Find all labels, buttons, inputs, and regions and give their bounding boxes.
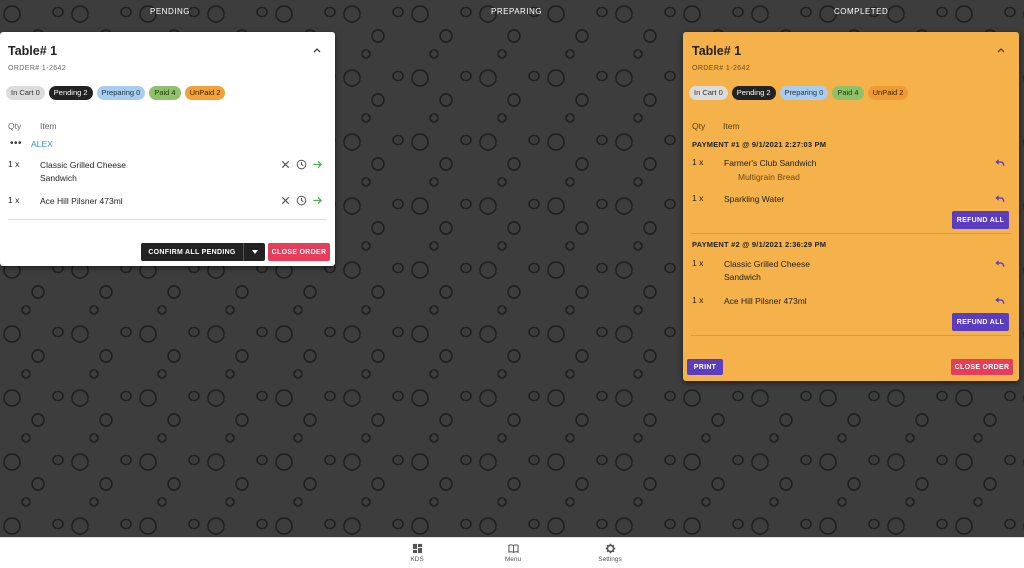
close-order-button[interactable]: CLOSE ORDER — [268, 243, 330, 261]
item-header: Item — [40, 121, 57, 131]
item-qty: 1 x — [8, 195, 20, 205]
column-header-pending: PENDING — [150, 7, 190, 16]
completed-order-card: Table# 1 ORDER# 1-2642 In Cart 0 Pending… — [683, 32, 1019, 381]
item-qty: 1 x — [692, 295, 704, 305]
item-name: Classic Grilled Cheese Sandwich — [40, 160, 126, 183]
item-name: Ace Hill Pilsner 473ml — [40, 196, 123, 206]
chip-pending[interactable]: Pending 2 — [48, 86, 93, 100]
guest-name[interactable]: ALEX — [31, 139, 53, 149]
payment-header: PAYMENT #2 @ 9/1/2021 2:36:29 PM — [692, 240, 827, 249]
nav-item-kds[interactable]: KDS — [397, 543, 437, 563]
item-name: Farmer's Club Sandwich — [724, 158, 817, 168]
item-actions — [994, 258, 1005, 269]
reply-icon[interactable] — [994, 258, 1005, 269]
divider — [8, 219, 327, 220]
pending-order-card: Table# 1 ORDER# 1-2642 In Cart 0 Pending… — [0, 32, 335, 266]
item-name: Classic Grilled Cheese Sandwich — [724, 259, 810, 282]
item-actions — [280, 195, 323, 206]
nav-label: Settings — [598, 556, 622, 563]
card-title: Table# 1 — [8, 44, 58, 58]
item-details: Farmer's Club Sandwich Multigrain Bread — [724, 157, 894, 182]
close-order-button[interactable]: CLOSE ORDER — [951, 359, 1013, 375]
qty-header: Qty — [692, 121, 706, 131]
item-name: Ace Hill Pilsner 473ml — [724, 296, 807, 306]
guest-row: ••• ALEX — [10, 139, 53, 150]
item-qty: 1 x — [692, 193, 704, 203]
divider — [691, 233, 1011, 234]
nav-item-menu[interactable]: Menu — [493, 543, 533, 563]
item-actions — [994, 193, 1005, 204]
paid-item-row: 1 x Farmer's Club Sandwich Multigrain Br… — [692, 157, 1011, 182]
bottom-navigation: KDS Menu Settings — [0, 537, 1024, 568]
reply-icon[interactable] — [994, 193, 1005, 204]
more-icon[interactable]: ••• — [10, 139, 22, 149]
chevron-down-icon — [251, 250, 258, 254]
card-title: Table# 1 — [692, 44, 742, 58]
item-actions — [994, 295, 1005, 306]
qty-header: Qty — [8, 121, 22, 131]
paid-item-row: 1 x Classic Grilled Cheese Sandwich — [692, 258, 1011, 284]
paid-item-row: 1 x Sparkling Water — [692, 193, 1011, 206]
dashboard-icon — [412, 543, 422, 554]
refund-all-button[interactable]: REFUND ALL — [952, 211, 1009, 229]
column-header-completed: COMPLETED — [834, 7, 889, 16]
chip-paid[interactable]: Paid 4 — [149, 86, 181, 100]
column-header-preparing: PREPARING — [491, 7, 543, 16]
print-button[interactable]: PRINT — [687, 359, 723, 375]
chevron-up-icon[interactable] — [995, 44, 1007, 56]
item-header: Item — [723, 121, 740, 131]
order-number: ORDER# 1-2642 — [692, 65, 751, 72]
confirm-options-dropdown[interactable] — [243, 243, 265, 261]
gear-icon — [605, 543, 615, 554]
chip-preparing[interactable]: Preparing 0 — [779, 86, 829, 100]
chevron-up-icon[interactable] — [311, 44, 323, 56]
payment-header: PAYMENT #1 @ 9/1/2021 2:27:03 PM — [692, 140, 827, 149]
reply-icon[interactable] — [994, 295, 1005, 306]
item-qty: 1 x — [692, 157, 704, 167]
book-icon — [507, 544, 519, 554]
item-actions — [280, 159, 323, 170]
divider — [691, 335, 1011, 336]
order-item-row: 1 x Classic Grilled Cheese Sandwich — [8, 159, 327, 185]
item-modifier: Multigrain Bread — [738, 172, 800, 182]
arrow-right-icon[interactable] — [312, 159, 323, 170]
order-number: ORDER# 1-2642 — [8, 65, 67, 72]
reply-icon[interactable] — [994, 157, 1005, 168]
clock-icon[interactable] — [296, 195, 307, 206]
clock-icon[interactable] — [296, 159, 307, 170]
chip-preparing[interactable]: Preparing 0 — [96, 86, 146, 100]
chip-in-cart[interactable]: In Cart 0 — [6, 86, 45, 100]
refund-all-button[interactable]: REFUND ALL — [952, 313, 1009, 331]
chip-unpaid[interactable]: UnPaid 2 — [867, 86, 909, 100]
nav-label: KDS — [410, 556, 424, 563]
paid-item-row: 1 x Ace Hill Pilsner 473ml — [692, 295, 1011, 308]
arrow-right-icon[interactable] — [312, 195, 323, 206]
confirm-all-pending-button[interactable]: CONFIRM ALL PENDING — [141, 243, 243, 261]
status-chips: In Cart 0 Pending 2 Preparing 0 Paid 4 U… — [6, 86, 226, 100]
item-qty: 1 x — [692, 258, 704, 268]
status-chips: In Cart 0 Pending 2 Preparing 0 Paid 4 U… — [689, 86, 909, 100]
item-name: Sparkling Water — [724, 194, 785, 204]
chip-paid[interactable]: Paid 4 — [832, 86, 864, 100]
chip-unpaid[interactable]: UnPaid 2 — [184, 86, 226, 100]
close-icon[interactable] — [280, 195, 291, 206]
chip-pending[interactable]: Pending 2 — [731, 86, 776, 100]
item-qty: 1 x — [8, 159, 20, 169]
close-icon[interactable] — [280, 159, 291, 170]
nav-item-settings[interactable]: Settings — [590, 543, 630, 563]
nav-label: Menu — [504, 556, 522, 563]
order-item-row: 1 x Ace Hill Pilsner 473ml — [8, 195, 327, 208]
chip-in-cart[interactable]: In Cart 0 — [689, 86, 728, 100]
item-actions — [994, 157, 1005, 168]
